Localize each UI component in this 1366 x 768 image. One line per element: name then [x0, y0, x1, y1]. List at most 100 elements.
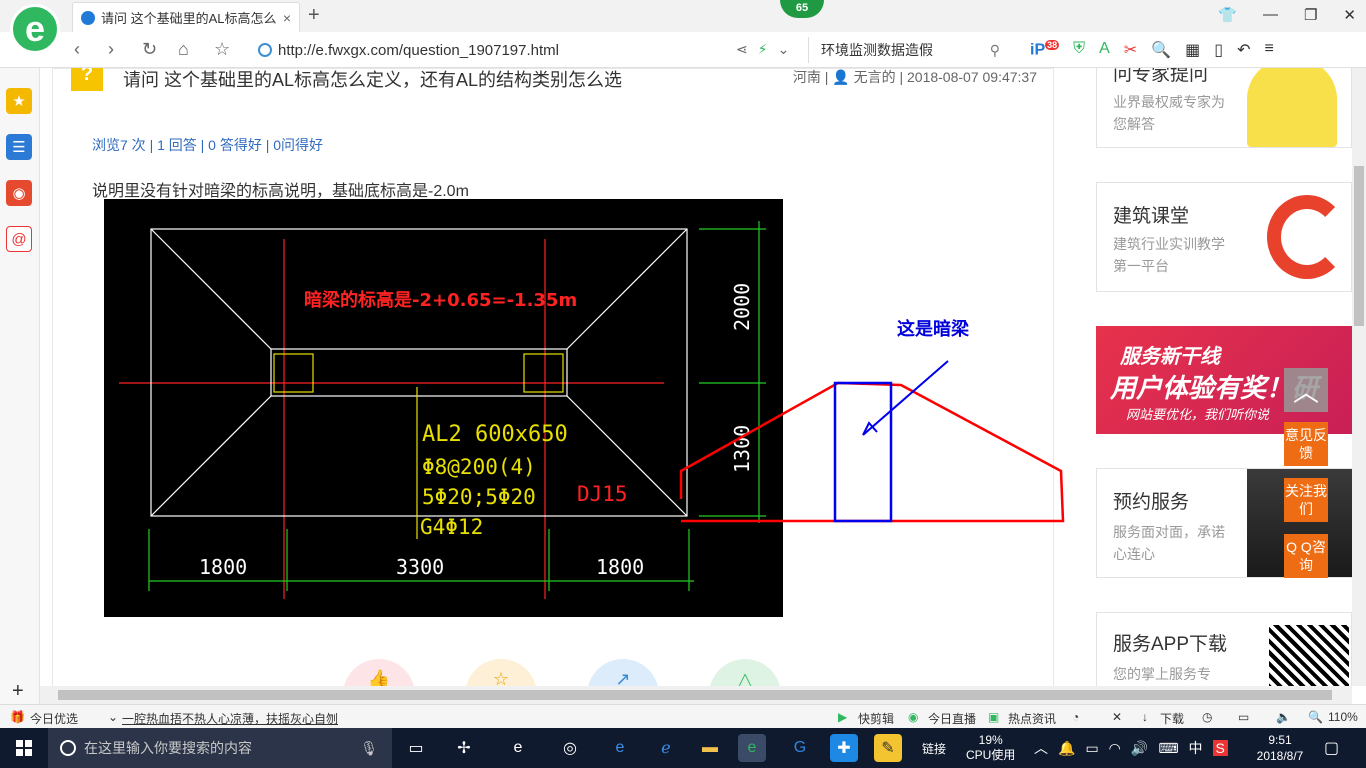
author[interactable]: 无言的 [854, 69, 896, 85]
reading-list-icon[interactable]: ☰ [6, 134, 32, 160]
url-field[interactable]: http://e.fwxgx.com/question_1907197.html [258, 38, 798, 62]
vertical-scroll-thumb[interactable] [1354, 166, 1364, 326]
g-app-icon[interactable]: G [786, 734, 814, 762]
screenshot-icon[interactable]: ✂ [1124, 40, 1137, 60]
collect-icon[interactable]: ☆ [465, 659, 537, 686]
notification-bell-icon[interactable]: 🔔 [1058, 740, 1075, 757]
headline-link[interactable]: 一腔热血捂不热人心凉薄，扶摇灰心自刎 [122, 710, 338, 727]
payment-shield-icon[interactable]: ⛨ [1073, 40, 1085, 60]
back-to-top-icon[interactable]: ︿ [1284, 368, 1328, 412]
undo-icon[interactable]: ↶ [1237, 40, 1250, 60]
task-view-icon[interactable]: ▭ [402, 734, 430, 762]
360-browser-icon[interactable]: e [738, 734, 766, 762]
taskbar-search-input[interactable]: 在这里输入你要搜索的内容 🎙 [48, 728, 392, 768]
clock-date: 2018/8/7 [1256, 749, 1304, 763]
clock-time: 9:51 [1268, 733, 1292, 747]
today-picks[interactable]: 今日优选 [30, 710, 78, 727]
zoom-icon[interactable]: 🔍 [1308, 710, 1323, 724]
menu-icon[interactable]: ≡ [1265, 40, 1274, 60]
ime-indicator[interactable]: 中 [1189, 738, 1203, 758]
favorites-icon[interactable]: ★ [6, 88, 32, 114]
speaker-icon[interactable]: 🔊 [1131, 740, 1148, 757]
link-label[interactable]: 链接 [922, 728, 946, 768]
chevron-down-icon[interactable]: ⌄ [108, 710, 118, 724]
column-right [523, 353, 564, 393]
forward-icon[interactable]: › [108, 39, 114, 60]
keyboard-icon[interactable]: ⌨ [1158, 740, 1178, 757]
tray-chevron-icon[interactable]: ︿ [1034, 738, 1048, 758]
microphone-icon[interactable]: 🎙 [360, 740, 378, 757]
back-icon[interactable]: ‹ [74, 39, 80, 60]
tab-close-icon[interactable]: × [283, 10, 291, 26]
internet-explorer-icon[interactable]: ℯ [652, 734, 680, 762]
new-tab-button[interactable]: + [308, 4, 320, 27]
ip-icon[interactable]: iP 38 [1030, 40, 1060, 60]
zoom-level[interactable]: 110% [1328, 710, 1358, 724]
expert-card[interactable]: 问专家提问 业界最权威专家为您解答 [1096, 68, 1352, 148]
home-icon[interactable]: ⌂ [178, 39, 189, 60]
news-link[interactable]: 热点资讯 [1008, 710, 1056, 727]
translate-icon[interactable]: A [1099, 40, 1110, 60]
start-button[interactable] [0, 728, 48, 768]
restore-icon[interactable]: ❐ [1304, 6, 1317, 24]
page-info-icon[interactable] [258, 43, 272, 57]
volume-icon[interactable]: 🔈 [1276, 710, 1291, 724]
window-icon[interactable]: ▭ [1238, 710, 1249, 724]
quickclip-link[interactable]: 快剪辑 [858, 710, 894, 727]
app-card[interactable]: 服务APP下载 您的掌上服务专 [1096, 612, 1352, 686]
share-icon[interactable]: ⋖ [736, 41, 748, 58]
ie-e-icon[interactable]: e [504, 734, 532, 762]
cortana-icon [60, 740, 76, 756]
course-card[interactable]: 建筑课堂 建筑行业实训教学第一平台 [1096, 182, 1352, 292]
browser-logo-icon[interactable]: e [10, 4, 60, 54]
tools-icon[interactable]: ✕ [1112, 710, 1122, 724]
search-input[interactable]: 环境监测数据造假 ⚲ [808, 37, 1008, 63]
vertical-scrollbar[interactable] [1352, 68, 1366, 686]
email-icon[interactable]: @ [6, 226, 32, 252]
feedback-button[interactable]: 意见反馈 [1284, 422, 1328, 466]
like-icon[interactable]: 👍 [343, 659, 415, 686]
clock[interactable]: 9:51 2018/8/7 [1250, 728, 1310, 768]
follow-button[interactable]: 关注我们 [1284, 478, 1328, 522]
qq-consult-button[interactable]: Q Q咨询 [1284, 534, 1328, 578]
fan-app-icon[interactable]: ✢ [450, 734, 478, 762]
apps-icon[interactable]: ▦ [1185, 40, 1200, 60]
region[interactable]: 河南 [793, 69, 821, 85]
lightning-icon[interactable]: ⚡ [758, 41, 768, 58]
active-tab[interactable]: 请问 这个基础里的AL标高怎么定 × [72, 2, 300, 32]
battery-icon[interactable]: ▭ [1085, 740, 1098, 757]
reload-icon[interactable]: ↻ [142, 39, 157, 60]
wifi-icon[interactable]: ◠ [1109, 740, 1121, 757]
add-sidebar-icon[interactable]: + [12, 680, 24, 703]
close-window-icon[interactable]: ✕ [1343, 6, 1356, 24]
history-icon[interactable]: ◷ [1202, 710, 1212, 724]
dropdown-icon[interactable]: ⌄ [778, 41, 790, 58]
pointer-arrow [862, 360, 949, 436]
live-link[interactable]: 今日直播 [928, 710, 976, 727]
plus-app-icon[interactable]: ✚ [830, 734, 858, 762]
edge-icon[interactable]: e [606, 734, 634, 762]
security-score-badge[interactable]: 65 [780, 0, 824, 18]
share-action-icon[interactable]: ↗ [587, 659, 659, 686]
file-explorer-icon[interactable]: ▬ [696, 734, 724, 762]
mobile-icon[interactable]: ▯ [1214, 40, 1223, 60]
horizontal-scrollbar[interactable] [40, 686, 1352, 704]
skin-icon[interactable]: 👕 [1218, 6, 1237, 24]
search-tool-icon[interactable]: 🔍 [1151, 40, 1171, 60]
sogou-icon[interactable]: S [1212, 740, 1228, 756]
minimize-icon[interactable]: — [1263, 6, 1278, 24]
download-link[interactable]: 下载 [1160, 710, 1184, 727]
taskbar-search-placeholder: 在这里输入你要搜索的内容 [84, 740, 252, 756]
speed-icon[interactable]: ◔ [1072, 710, 1079, 724]
weibo-icon[interactable]: ◉ [6, 180, 32, 206]
search-icon[interactable]: ⚲ [990, 42, 1000, 59]
horizontal-scroll-thumb[interactable] [58, 690, 1332, 700]
notes-app-icon[interactable]: ✎ [874, 734, 902, 762]
question-stats[interactable]: 浏览7 次 | 1 回答 | 0 答得好 | 0问得好 [92, 135, 323, 155]
up-icon[interactable]: △ [709, 659, 781, 686]
course-logo-icon [1267, 195, 1347, 279]
browser-app-icon[interactable]: ◎ [556, 734, 584, 762]
cpu-meter[interactable]: 19% CPU使用 [966, 728, 1015, 768]
action-center-icon[interactable]: ▢ [1324, 728, 1339, 768]
favorite-star-icon[interactable]: ☆ [214, 39, 230, 60]
